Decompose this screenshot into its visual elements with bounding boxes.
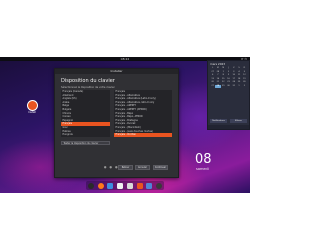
layout-language-list[interactable]: Français (Canada) Allemand Anglais (US) Ara… — [61, 90, 110, 137]
dialog-subtitle: Sélectionnez la disposition de votre cla… — [61, 86, 116, 89]
desktop-clock-time: 08 — [195, 152, 212, 167]
notifications-button[interactable]: Notifications — [210, 119, 227, 123]
desktop-install-shortcut[interactable]: Install — [24, 101, 40, 114]
launcher-icon[interactable] — [87, 182, 94, 189]
calendar-panel: mars 2023 L M M J V S D 27 28 1 2 3 4 5 6 7 8 9 10 11 12 13 14… — [207, 60, 250, 130]
language-list-item[interactable]: Hongrois — [61, 133, 110, 137]
calendar-buttons: Notifications Effacer — [210, 119, 247, 123]
dialog-heading: Disposition du clavier — [61, 78, 115, 84]
text-editor-icon[interactable] — [126, 182, 133, 189]
files-icon[interactable] — [107, 182, 114, 189]
variant-list-item[interactable]: Français - Occitan — [114, 133, 172, 137]
dock — [86, 181, 164, 190]
firefox-icon[interactable] — [97, 182, 104, 189]
keyboard-layout-dialog: Installer Disposition du clavier Sélecti… — [54, 68, 179, 178]
weekday-label: D — [243, 67, 246, 69]
desktop-clock-date: samedi — [196, 167, 209, 171]
calendar-grid: L M M J V S D 27 28 1 2 3 4 5 6 7 8 9 10 11 12 13 14 15 16 17 18 19… — [208, 67, 249, 88]
software-icon[interactable] — [136, 182, 143, 189]
calendar-day[interactable]: 26 — [242, 81, 247, 84]
cancel-button[interactable]: Annuler — [135, 165, 150, 170]
installer-icon — [27, 101, 37, 110]
calendar-day[interactable]: 2 — [242, 85, 247, 88]
calendar-day[interactable]: 12 — [242, 74, 247, 77]
calendar-footer — [208, 125, 249, 129]
clear-button[interactable]: Effacer — [230, 119, 247, 123]
back-button[interactable]: Retour — [118, 165, 133, 170]
dialog-titlebar[interactable]: Installer — [55, 69, 178, 74]
desktop-icon-label: Install — [28, 111, 36, 114]
layout-variant-list[interactable]: Français Français - Alternative Français -… — [114, 90, 172, 137]
continue-button[interactable]: Continuer — [153, 165, 168, 170]
writer-icon[interactable] — [117, 182, 124, 189]
folder-icon[interactable] — [146, 182, 153, 189]
calendar-day[interactable]: 19 — [242, 78, 247, 81]
calendar-day[interactable]: 5 — [242, 71, 247, 74]
keyboard-test-input[interactable]: Tester la disposition du clavier — [61, 141, 110, 145]
apps-grid-icon[interactable] — [156, 182, 163, 189]
desktop-screen: 08:22 fr ⏻ Install Installer Disposition… — [0, 57, 250, 193]
